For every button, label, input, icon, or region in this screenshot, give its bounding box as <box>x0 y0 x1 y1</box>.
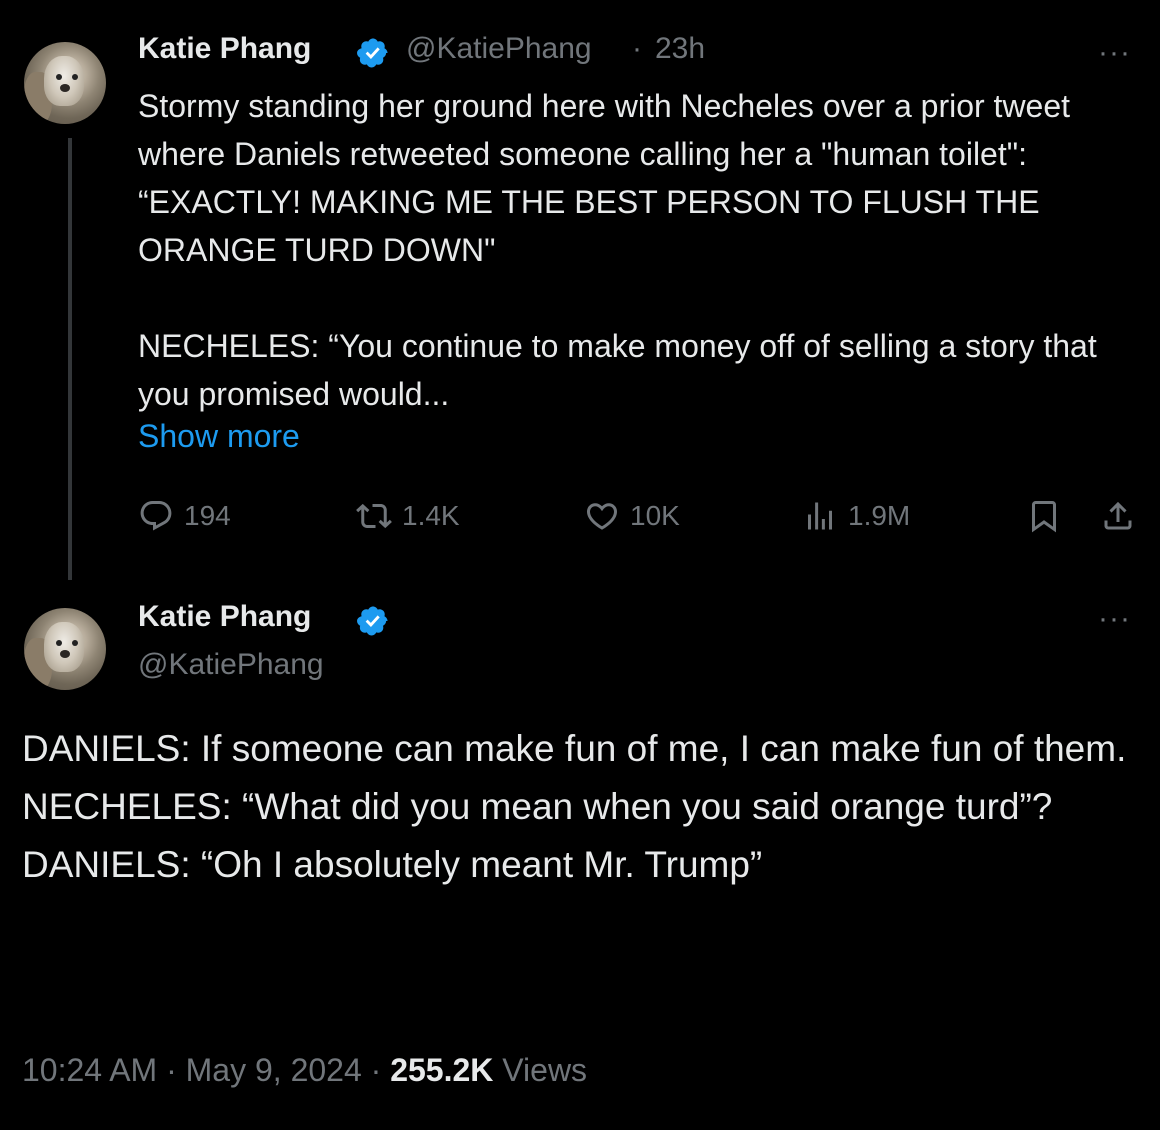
tweet-line: NECHELES: “What did you mean when you sa… <box>22 786 1053 827</box>
repost-count: 1.4K <box>402 500 460 531</box>
reply-button[interactable]: 194 <box>138 496 231 536</box>
repost-icon <box>356 503 392 529</box>
tweet-paragraph: Stormy standing her ground here with Nec… <box>138 88 1071 268</box>
avatar[interactable] <box>24 42 106 124</box>
author-handle[interactable]: @KatiePhang <box>138 648 324 682</box>
avatar-nose <box>60 650 70 658</box>
avatar[interactable] <box>24 608 106 690</box>
bookmark-icon[interactable] <box>1026 498 1062 534</box>
like-icon <box>586 503 618 530</box>
like-button[interactable]: 10K <box>584 496 680 536</box>
tweet-meta: 10:24 AM · May 9, 2024 · 255.2K Views <box>22 1052 587 1089</box>
verified-badge-icon <box>357 606 388 636</box>
tweet-line: DANIELS: If someone can make fun of me, … <box>22 728 1127 769</box>
separator-dot: · <box>632 32 642 65</box>
tweet-line: DANIELS: “Oh I absolutely meant Mr. Trum… <box>22 844 763 885</box>
share-icon[interactable] <box>1100 498 1136 534</box>
thread-line <box>68 138 72 580</box>
more-icon[interactable]: ··· <box>1098 38 1131 68</box>
tweet-paragraph: NECHELES: “You continue to make money of… <box>138 328 1097 412</box>
repost-button[interactable]: 1.4K <box>356 496 460 536</box>
tweet-timestamp[interactable]: 10:24 AM · May 9, 2024 · <box>22 1052 390 1088</box>
reply-count: 194 <box>184 500 231 531</box>
views-icon <box>808 502 832 530</box>
views-count: 1.9M <box>848 500 911 531</box>
avatar-eye <box>72 74 78 80</box>
avatar-eye <box>56 640 62 646</box>
avatar-eye <box>56 74 62 80</box>
show-more-link[interactable]: Show more <box>138 418 300 455</box>
reply-icon <box>140 501 172 531</box>
more-icon[interactable]: ··· <box>1098 604 1131 634</box>
tweet-time[interactable]: 23h <box>655 32 705 66</box>
avatar-face <box>44 622 84 672</box>
views-total: 255.2K <box>390 1052 494 1088</box>
views-label: Views <box>493 1052 588 1088</box>
like-count: 10K <box>630 500 680 531</box>
avatar-eye <box>72 640 78 646</box>
tweet-text: DANIELS: If someone can make fun of me, … <box>22 720 1142 894</box>
verified-badge-icon <box>357 38 388 68</box>
author-name[interactable]: Katie Phang <box>138 600 311 634</box>
author-handle[interactable]: @KatiePhang <box>406 32 592 66</box>
avatar-nose <box>60 84 70 92</box>
avatar-face <box>44 56 84 106</box>
tweet-text: Stormy standing her ground here with Nec… <box>138 82 1138 418</box>
views-button[interactable]: 1.9M <box>802 496 910 536</box>
author-name[interactable]: Katie Phang <box>138 32 311 66</box>
